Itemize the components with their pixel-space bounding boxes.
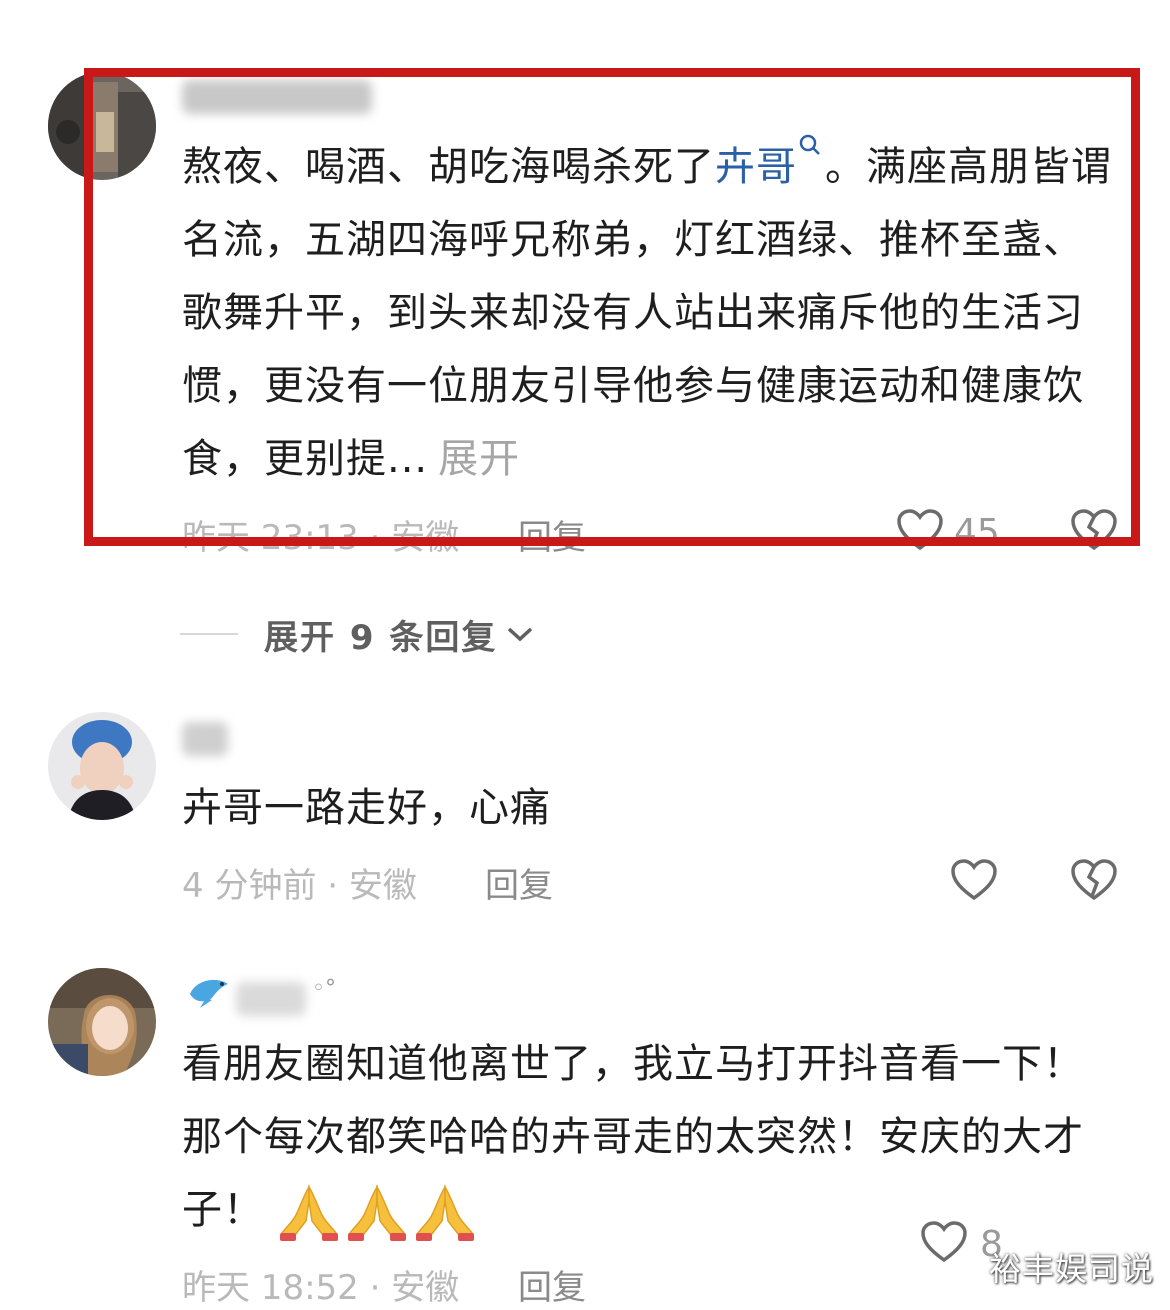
- username-blurred[interactable]: [182, 722, 228, 756]
- watermark: 裕丰娱司说: [988, 1250, 1154, 1288]
- bubble-decoration: ◦°: [312, 976, 336, 1001]
- comment-1: 熬夜、喝酒、胡吃海喝杀死了卉哥 。满座高朋皆谓名流，五湖四海呼兄称弟，灯红酒绿、推…: [0, 0, 1170, 560]
- username-blurred[interactable]: [236, 982, 306, 1016]
- comment-text: 熬夜、喝酒、胡吃海喝杀死了卉哥 。满座高朋皆谓名流，五湖四海呼兄称弟，灯红酒绿、推…: [182, 131, 1112, 496]
- pray-emoji: [347, 1184, 406, 1241]
- reply-button[interactable]: 回复: [518, 1260, 586, 1309]
- expand-text-button[interactable]: 展开: [438, 436, 520, 482]
- pray-emoji: [415, 1184, 474, 1241]
- hashtag-link[interactable]: 卉哥: [715, 144, 797, 190]
- reply-button[interactable]: 回复: [485, 858, 553, 907]
- dolphin-icon: [190, 979, 228, 1008]
- heart-icon[interactable]: [950, 858, 998, 902]
- expand-replies-button[interactable]: 展开 9 条回复: [180, 610, 535, 658]
- comment-text: 看朋友圈知道他离世了，我立马打开抖音看一下！那个每次都笑哈哈的卉哥走的太突然！安…: [182, 1028, 1112, 1247]
- avatar[interactable]: [48, 72, 156, 180]
- search-icon[interactable]: [797, 131, 825, 165]
- avatar[interactable]: [48, 968, 156, 1076]
- like-count: 45: [954, 512, 1000, 553]
- heart-icon[interactable]: [920, 1220, 968, 1264]
- broken-heart-icon[interactable]: [1070, 508, 1118, 552]
- comment-meta: 昨天 23:13 · 安徽: [182, 518, 460, 558]
- chevron-down-icon: [508, 627, 533, 642]
- comment-2: 卉哥一路走好，心痛 4 分钟前 · 安徽 回复: [0, 700, 1170, 920]
- comment-meta: 昨天 18:52 · 安徽: [182, 1268, 460, 1308]
- heart-icon[interactable]: [896, 508, 944, 552]
- expand-replies-label: 展开 9 条回复: [264, 617, 498, 658]
- reply-button[interactable]: 回复: [518, 510, 586, 559]
- username-blurred[interactable]: [182, 80, 372, 114]
- pray-emoji: [279, 1184, 338, 1241]
- divider-line: [180, 633, 238, 635]
- comment-text: 卉哥一路走好，心痛: [182, 785, 551, 831]
- comment-text-post: 。满座高朋皆谓名流，五湖四海呼兄称弟，灯红酒绿、推杯至盏、歌舞升平，到头来却没有…: [182, 144, 1112, 482]
- avatar[interactable]: [48, 712, 156, 820]
- broken-heart-icon[interactable]: [1070, 858, 1118, 902]
- comment-meta: 4 分钟前 · 安徽: [182, 866, 417, 906]
- comment-text-pre: 熬夜、喝酒、胡吃海喝杀死了: [182, 144, 715, 190]
